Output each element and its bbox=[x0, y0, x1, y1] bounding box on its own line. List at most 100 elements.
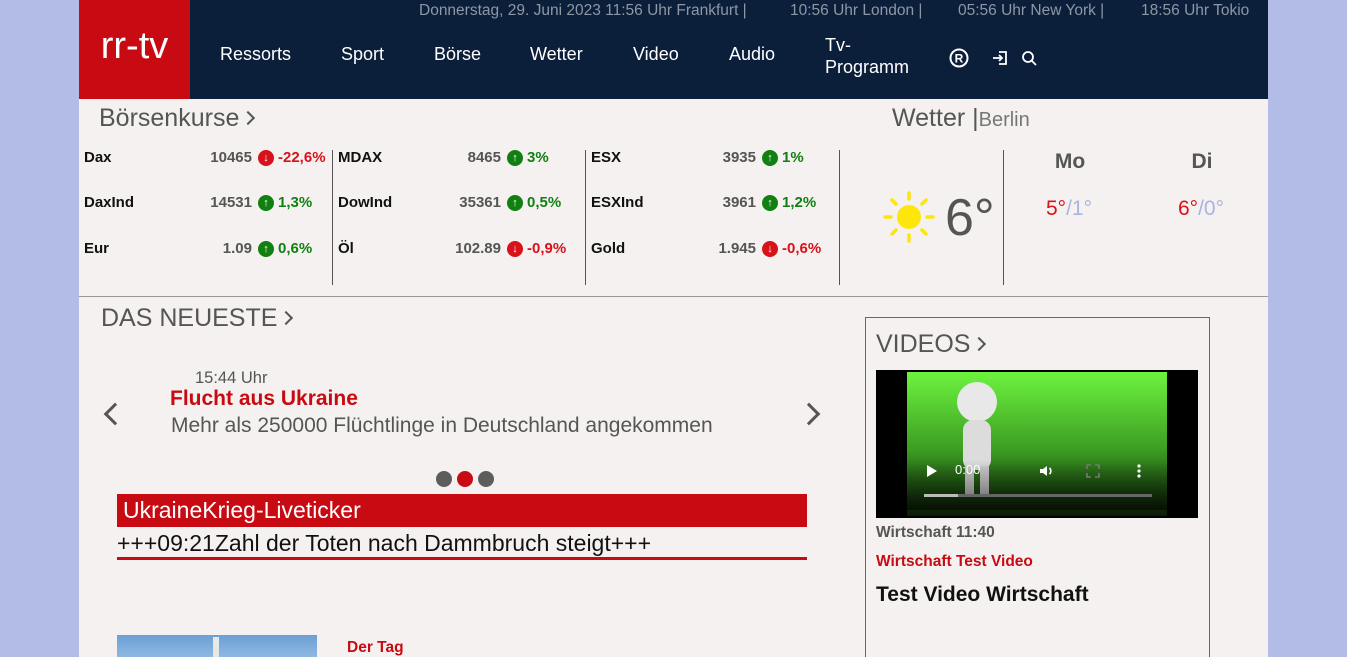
arrow-up-icon: ↑ bbox=[258, 241, 274, 257]
forecast-low: /0° bbox=[1198, 197, 1224, 220]
quote-change: 1% bbox=[782, 149, 804, 166]
quote-name: ESX bbox=[591, 149, 622, 166]
quote-row[interactable]: ESX 3935 ↑ 1% bbox=[591, 149, 831, 171]
quote-change: 1,3% bbox=[278, 194, 313, 211]
quote-name: Gold bbox=[591, 240, 626, 257]
boerse-title[interactable]: Börsenkurse bbox=[99, 104, 256, 133]
videos-title-text: VIDEOS bbox=[876, 330, 971, 358]
quote-change: 0,5% bbox=[527, 194, 562, 211]
login-icon[interactable] bbox=[989, 47, 1011, 69]
forecast-temp-di: 6°/0° bbox=[1161, 197, 1241, 221]
nav-audio[interactable]: Audio bbox=[729, 44, 775, 65]
quote-row[interactable]: MDAX 8465 ↑ 3% bbox=[338, 149, 578, 171]
forecast-day-mo: Mo bbox=[1054, 150, 1086, 173]
video-controls: 0:00 bbox=[904, 460, 1172, 510]
liveticker-text[interactable]: +++09:21Zahl der Toten nach Dammbruch st… bbox=[117, 530, 651, 557]
carousel-dot[interactable] bbox=[478, 471, 494, 487]
fullscreen-icon[interactable] bbox=[1086, 464, 1100, 478]
search-icon[interactable] bbox=[1018, 47, 1040, 69]
quote-name: Eur bbox=[84, 240, 110, 257]
carousel-dot[interactable] bbox=[436, 471, 452, 487]
quote-row[interactable]: Dax 10465 ↓ -22,6% bbox=[84, 149, 326, 171]
boerse-title-text: Börsenkurse bbox=[99, 104, 240, 132]
play-icon[interactable] bbox=[926, 464, 938, 478]
time-frankfurt: Donnerstag, 29. Juni 2023 11:56 Uhr Fran… bbox=[419, 2, 747, 19]
video-progress-buffer bbox=[924, 494, 958, 497]
divider bbox=[839, 150, 840, 285]
nav-sport[interactable]: Sport bbox=[341, 44, 384, 65]
quote-name: Öl bbox=[338, 240, 354, 257]
sun-icon bbox=[882, 190, 936, 244]
article-kicker[interactable]: Der Tag bbox=[347, 639, 404, 657]
carousel-next-icon[interactable] bbox=[797, 402, 821, 426]
nav-tv-line1: Tv- bbox=[825, 35, 851, 55]
weather-title-text: Wetter | bbox=[892, 104, 979, 132]
quote-name: DowInd bbox=[338, 194, 393, 211]
forecast-high: 5° bbox=[1046, 197, 1067, 220]
arrow-up-icon: ↑ bbox=[258, 195, 274, 211]
nav-wetter[interactable]: Wetter bbox=[530, 44, 583, 65]
quote-row[interactable]: Eur 1.09 ↑ 0,6% bbox=[84, 240, 324, 262]
arrow-up-icon: ↑ bbox=[507, 195, 523, 211]
current-temperature: 6° bbox=[945, 189, 995, 247]
arrow-down-icon: ↓ bbox=[762, 241, 778, 257]
quote-value: 3961 bbox=[722, 194, 756, 211]
news-time: 15:44 Uhr bbox=[195, 369, 268, 387]
registered-icon[interactable]: R bbox=[948, 47, 970, 69]
video-meta: Wirtschaft 11:40 bbox=[876, 524, 995, 541]
quote-name: Dax bbox=[84, 149, 112, 166]
time-tokio: 18:56 Uhr Tokio bbox=[1141, 2, 1250, 19]
weather-title[interactable]: Wetter |Berlin bbox=[892, 104, 1030, 133]
nav-video[interactable]: Video bbox=[633, 44, 679, 65]
quote-change: 3% bbox=[527, 149, 549, 166]
more-options-icon[interactable] bbox=[1136, 463, 1142, 479]
chevron-right-icon bbox=[972, 336, 987, 352]
news-headline[interactable]: Flucht aus Ukraine bbox=[170, 387, 358, 411]
time-london: 10:56 Uhr London | bbox=[790, 2, 923, 19]
liveticker-underline bbox=[117, 557, 807, 560]
site-header: rr-tv Donnerstag, 29. Juni 2023 11:56 Uh… bbox=[79, 0, 1268, 99]
arrow-up-icon: ↑ bbox=[762, 195, 778, 211]
video-player[interactable]: 0:00 bbox=[876, 370, 1198, 518]
video-headline[interactable]: Test Video Wirtschaft bbox=[876, 583, 1089, 607]
news-title[interactable]: DAS NEUESTE bbox=[101, 304, 294, 333]
volume-icon[interactable] bbox=[1039, 463, 1055, 479]
quote-value: 1.945 bbox=[718, 240, 756, 257]
quote-row[interactable]: Gold 1.945 ↓ -0,6% bbox=[591, 240, 831, 262]
quote-row[interactable]: Öl 102.89 ↓ -0,9% bbox=[338, 240, 578, 262]
carousel-prev-icon[interactable] bbox=[103, 402, 127, 426]
nav-tv-programm[interactable]: Tv- Programm bbox=[825, 34, 909, 78]
page: rr-tv Donnerstag, 29. Juni 2023 11:56 Uh… bbox=[79, 0, 1268, 657]
site-logo[interactable]: rr-tv bbox=[79, 0, 190, 99]
quote-row[interactable]: ESXInd 3961 ↑ 1,2% bbox=[591, 194, 831, 216]
quote-value: 102.89 bbox=[455, 240, 501, 257]
forecast-low: /1° bbox=[1066, 197, 1092, 220]
quote-row[interactable]: DaxInd 14531 ↑ 1,3% bbox=[84, 194, 324, 216]
quote-change: -22,6% bbox=[278, 149, 326, 166]
video-kicker[interactable]: Wirtschaft Test Video bbox=[876, 553, 1033, 571]
svg-text:R: R bbox=[955, 52, 964, 66]
chevron-right-icon bbox=[241, 110, 256, 126]
liveticker-title[interactable]: UkraineKrieg-Liveticker bbox=[117, 494, 807, 527]
divider bbox=[332, 150, 333, 285]
quote-change: -0,9% bbox=[527, 240, 567, 257]
divider bbox=[1003, 150, 1004, 285]
videos-title[interactable]: VIDEOS bbox=[876, 330, 987, 359]
quote-row[interactable]: DowInd 35361 ↑ 0,5% bbox=[338, 194, 578, 216]
quote-value: 3935 bbox=[722, 149, 756, 166]
quote-change: -0,6% bbox=[782, 240, 822, 257]
quote-change: 1,2% bbox=[782, 194, 817, 211]
quote-change: 0,6% bbox=[278, 240, 313, 257]
nav-ressorts[interactable]: Ressorts bbox=[220, 44, 291, 65]
nav-boerse[interactable]: Börse bbox=[434, 44, 481, 65]
thumbnail-tower-shape bbox=[213, 637, 219, 657]
forecast-high: 6° bbox=[1178, 197, 1199, 220]
forecast-day-di: Di bbox=[1191, 150, 1213, 173]
quote-name: ESXInd bbox=[591, 194, 644, 211]
chevron-right-icon bbox=[279, 310, 294, 326]
article-thumbnail[interactable] bbox=[117, 635, 317, 657]
video-progress-track[interactable] bbox=[924, 494, 1152, 497]
news-teaser[interactable]: Mehr als 250000 Flüchtlinge in Deutschla… bbox=[171, 414, 713, 438]
carousel-dot[interactable] bbox=[457, 471, 473, 487]
quote-value: 14531 bbox=[210, 194, 252, 211]
